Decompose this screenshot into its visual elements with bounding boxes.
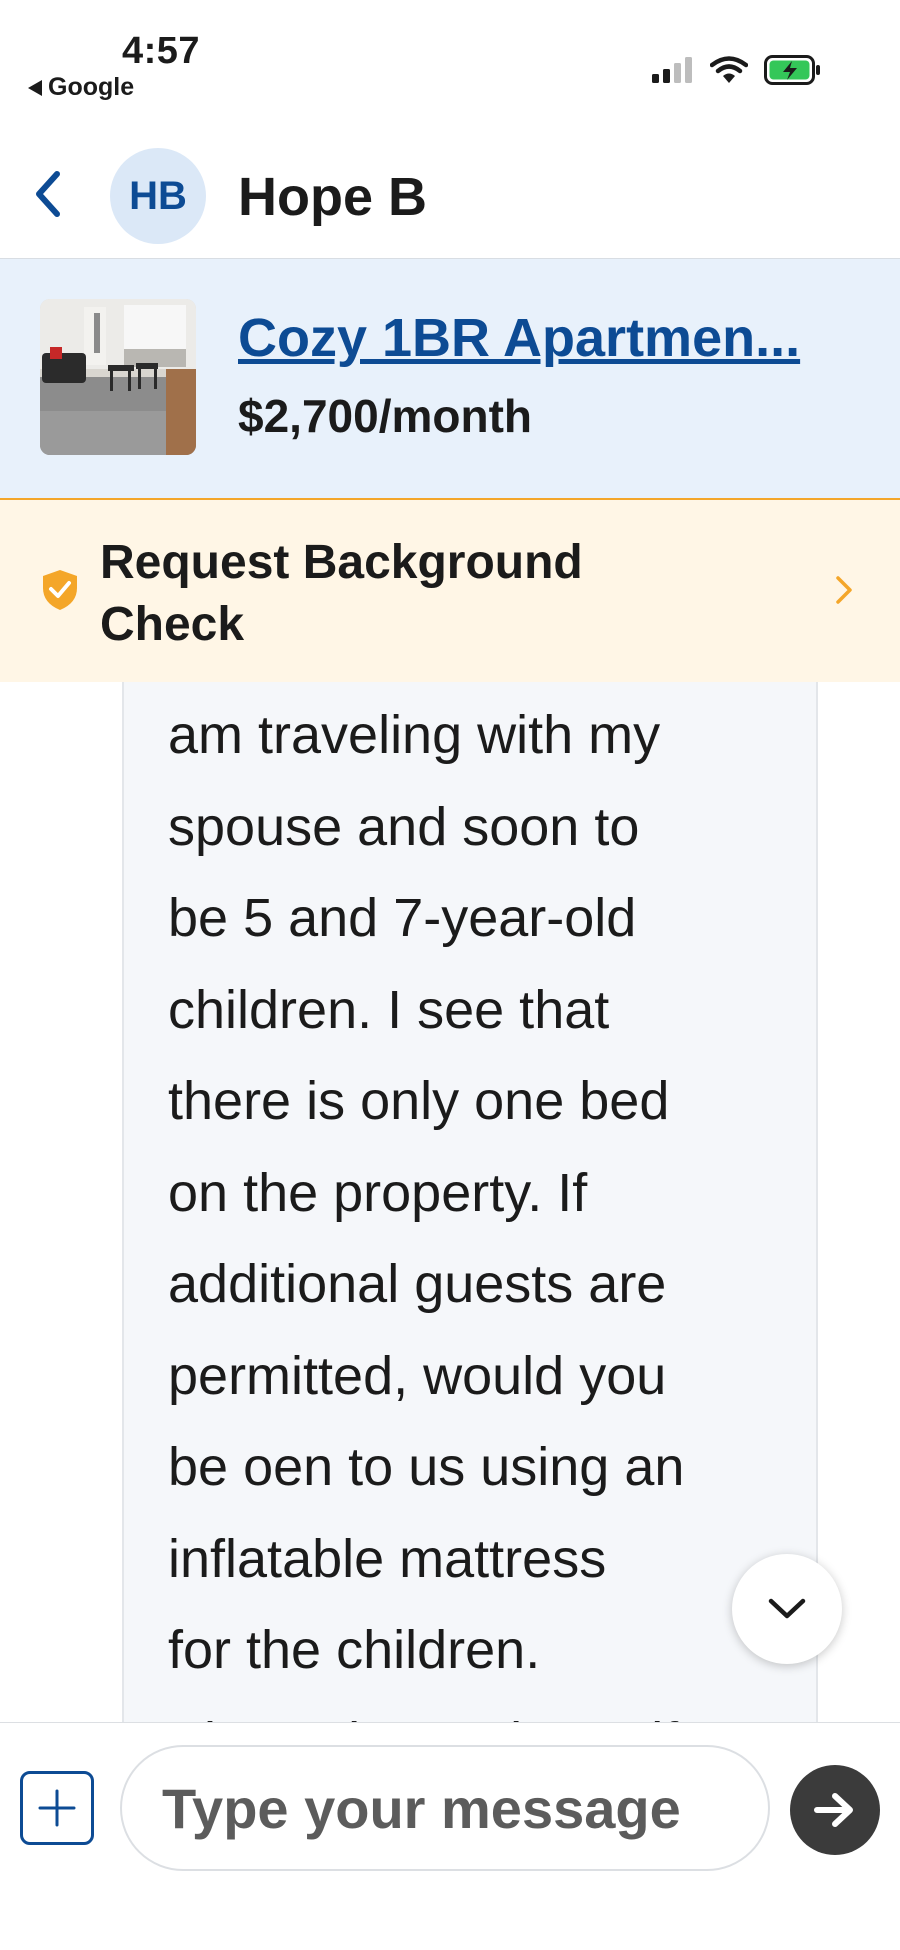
contact-name[interactable]: Hope B <box>238 166 427 228</box>
request-background-check-banner[interactable]: Request Background Check <box>0 498 900 684</box>
shield-check-icon <box>43 570 77 610</box>
message-text: am traveling with my spouse and soon to … <box>168 705 685 1722</box>
chevron-left-icon <box>36 171 60 217</box>
listing-card[interactable]: Cozy 1BR Apartmen... $2,700/month <box>0 258 900 499</box>
status-icons <box>652 55 822 85</box>
apartment-photo-icon <box>40 299 196 455</box>
chevron-down-icon <box>768 1598 806 1619</box>
listing-title-link[interactable]: Cozy 1BR Apartmen... <box>238 307 868 369</box>
back-to-app-link[interactable]: Google <box>28 73 134 102</box>
cellular-signal-icon <box>652 57 692 83</box>
message-input[interactable] <box>120 1745 770 1871</box>
chevron-right-icon <box>836 576 852 604</box>
back-app-label: Google <box>48 73 135 101</box>
battery-charging-icon <box>764 55 820 85</box>
back-triangle-icon <box>28 79 42 96</box>
plus-icon <box>38 1789 76 1827</box>
listing-price: $2,700/month <box>238 390 532 442</box>
wifi-icon <box>710 56 748 83</box>
message-composer <box>0 1722 900 1950</box>
scroll-down-button[interactable] <box>732 1554 842 1664</box>
background-check-label: Request Background Check <box>100 536 583 651</box>
back-button[interactable] <box>24 164 70 224</box>
avatar[interactable]: HB <box>110 148 206 244</box>
send-button[interactable] <box>790 1765 880 1855</box>
chat-header: HB Hope B <box>0 130 900 258</box>
status-bar: 4:57 Google <box>0 0 900 120</box>
arrow-right-icon <box>814 1793 853 1827</box>
add-attachment-button[interactable] <box>20 1771 94 1845</box>
status-time: 4:57 <box>122 30 201 72</box>
listing-thumbnail[interactable] <box>40 299 196 455</box>
